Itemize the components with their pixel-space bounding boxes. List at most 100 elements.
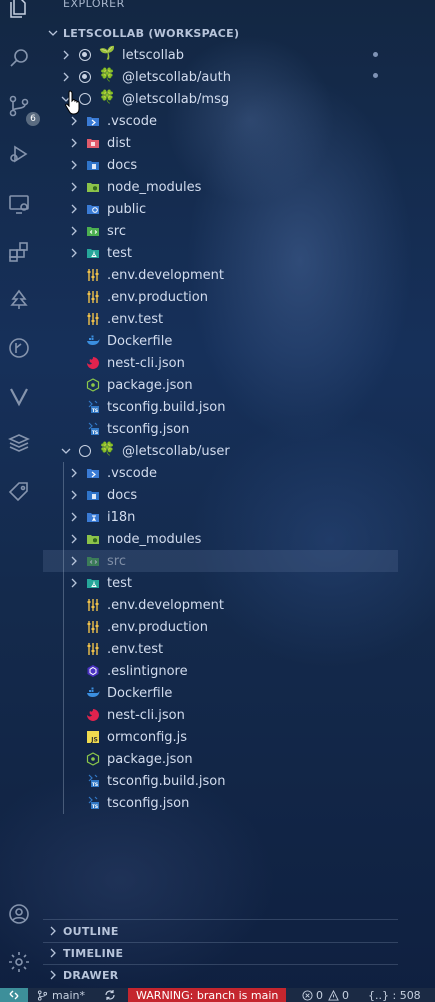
tree-item-label: Dockerfile [107,685,173,701]
tree-file-row[interactable]: .eslintignore [43,660,398,682]
test-folder-icon [86,576,100,590]
problems-indicator[interactable]: 0 0 [302,988,349,1002]
timeline-panel-header[interactable]: TIMELINE [43,942,398,964]
tsconfig-icon: TS [86,400,100,414]
git-branch-icon [37,989,48,1001]
tree-file-row[interactable]: .env.test [43,308,398,330]
root-user[interactable]: 🍀 @letscollab/user [43,440,398,462]
clover-icon: 🍀 [99,68,116,83]
js-icon: JS [86,730,100,744]
tree-folder-row[interactable]: src [43,220,398,242]
tree-folder-row[interactable]: .vscode [43,462,398,484]
chevron-right-icon [69,534,79,544]
tree-file-row[interactable]: package.json [43,748,398,770]
tree-file-row[interactable]: .env.test [43,638,398,660]
tree-item-label: src [107,223,126,239]
chevron-right-icon [69,138,79,148]
tree-item-label: test [107,245,132,261]
chevron-right-icon [69,182,79,192]
search-icon[interactable] [5,44,33,72]
root-msg[interactable]: 🍀 @letscollab/msg [43,88,398,110]
tree-folder-row[interactable]: node_modules [43,176,398,198]
tree-file-row[interactable]: TS tsconfig.json [43,418,398,440]
tree-item-label: public [107,201,147,217]
tree-item-label: package.json [107,377,193,393]
sync-icon[interactable] [104,988,116,1002]
tree-file-row[interactable]: Dockerfile [43,330,398,352]
src-folder-icon [86,224,100,238]
tree-file-row[interactable]: TS tsconfig.build.json [43,396,398,418]
settings-gear-icon[interactable] [5,948,33,976]
tag-icon[interactable] [5,478,33,506]
tree-folder-row[interactable]: i18n [43,506,398,528]
branch-warning[interactable]: WARNING: branch is main [128,988,287,1002]
tree-folder-row[interactable]: docs [43,154,398,176]
timeline-label: TIMELINE [63,946,124,960]
json-info[interactable]: {..} : 508 [368,988,421,1002]
explorer-icon[interactable] [5,0,33,22]
tree-file-row[interactable]: TS tsconfig.build.json [43,770,398,792]
tree-item-label: nest-cli.json [107,707,185,723]
tree-folder-row[interactable]: src [43,550,398,572]
svg-text:TS: TS [92,408,98,414]
tree-item-label: .env.test [107,641,164,657]
chevron-down-icon [61,446,71,456]
status-bar: main* WARNING: branch is main 0 0 {..} :… [0,988,435,1002]
tree-item-label: .vscode [107,465,157,481]
account-icon[interactable] [5,900,33,928]
chevron-right-icon [69,578,79,588]
remote-indicator[interactable] [0,988,28,1002]
root-letscollab[interactable]: 🌱 letscollab [43,44,398,66]
vim-icon[interactable] [5,382,33,410]
tree-folder-row[interactable]: .vscode [43,110,398,132]
tree-folder-row[interactable]: docs [43,484,398,506]
tree-folder-row[interactable]: node_modules [43,528,398,550]
tree-item-label: .env.production [107,619,208,635]
root-label: @letscollab/msg [122,91,230,107]
svg-text:TS: TS [92,430,98,436]
database-icon[interactable] [5,428,33,456]
chevron-right-icon [48,926,58,936]
tree-icon[interactable] [5,286,33,314]
chevron-right-icon [69,490,79,500]
tree-file-row[interactable]: nest-cli.json [43,352,398,374]
env-file-icon [86,290,100,304]
tree-item-label: .env.production [107,289,208,305]
tree-file-row[interactable]: .env.development [43,594,398,616]
extensions-icon[interactable] [5,238,33,266]
run-debug-icon[interactable] [5,140,33,168]
vscode-folder-icon [86,114,100,128]
tree-item-label: .env.development [107,597,224,613]
outline-panel-header[interactable]: OUTLINE [43,920,398,942]
source-control-icon[interactable]: 6 [5,92,40,126]
tree-file-row[interactable]: TS tsconfig.json [43,792,398,814]
dist-folder-icon [86,136,100,150]
tree-item-label: tsconfig.build.json [107,399,226,415]
clover-icon: 🍀 [99,442,116,457]
test-folder-icon [86,246,100,260]
branch-indicator[interactable]: main* [37,988,85,1002]
tree-file-row[interactable]: .env.development [43,264,398,286]
tree-file-row[interactable]: Dockerfile [43,682,398,704]
tree-item-label: test [107,575,132,591]
tree-folder-row[interactable]: public [43,198,398,220]
more-actions-icon[interactable]: ··· [369,0,385,8]
tree-file-row[interactable]: JS ormconfig.js [43,726,398,748]
tree-folder-row[interactable]: test [43,572,398,594]
tree-folder-row[interactable]: dist [43,132,398,154]
tree-item-label: .eslintignore [107,663,188,679]
remote-explorer-icon[interactable] [5,190,33,218]
tree-file-row[interactable]: nest-cli.json [43,704,398,726]
tree-file-row[interactable]: .env.production [43,616,398,638]
warning-icon [328,989,339,1001]
drawer-panel-header[interactable]: DRAWER [43,964,398,986]
git-graph-icon[interactable] [5,334,33,362]
tree-folder-row[interactable]: test [43,242,398,264]
tree-file-row[interactable]: .env.production [43,286,398,308]
docker-icon [86,334,100,348]
radio-icon [79,71,91,83]
tree-file-row[interactable]: package.json [43,374,398,396]
workspace-header[interactable]: LETSCOLLAB (WORKSPACE) [43,22,398,44]
root-auth[interactable]: 🍀 @letscollab/auth [43,66,398,88]
chevron-right-icon [61,50,71,60]
